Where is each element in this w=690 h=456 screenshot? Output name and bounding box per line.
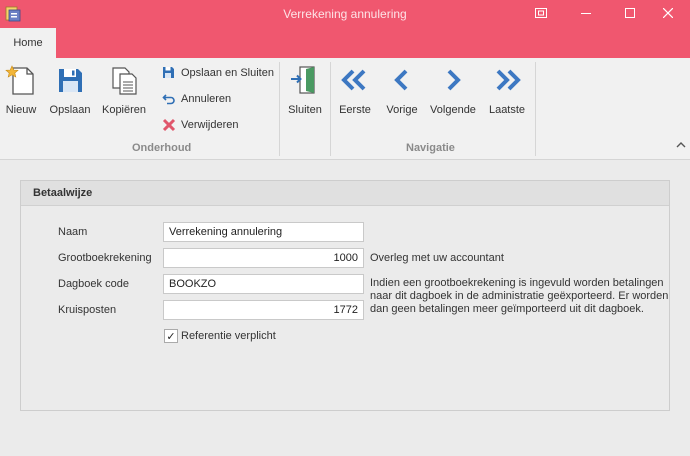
- kruisposten-label: Kruisposten: [58, 304, 117, 316]
- kopieren-label: Kopiëren: [101, 104, 147, 116]
- new-document-icon: [5, 65, 34, 95]
- volgende-label: Volgende: [430, 104, 476, 116]
- last-icon: [496, 69, 521, 91]
- export-note: Indien een grootboekrekening is ingevuld…: [370, 277, 670, 316]
- verwijderen-label: Verwijderen: [181, 119, 239, 131]
- minimize-icon: [581, 13, 591, 14]
- naam-input[interactable]: Verrekening annulering: [163, 222, 364, 242]
- dagboek-label: Dagboek code: [58, 278, 129, 290]
- grootboek-hint: Overleg met uw accountant: [370, 252, 504, 264]
- previous-icon: [394, 69, 408, 91]
- minimize-button[interactable]: [564, 2, 608, 24]
- close-icon: [663, 8, 673, 18]
- tab-home[interactable]: Home: [0, 28, 56, 58]
- group-separator: [279, 62, 280, 156]
- nieuw-label: Nieuw: [5, 104, 37, 116]
- first-icon: [341, 69, 366, 91]
- exit-door-icon: [291, 66, 315, 94]
- vorige-label: Vorige: [386, 104, 418, 116]
- check-mark-icon: ✓: [166, 330, 176, 343]
- verwijderen-button[interactable]: Verwijderen: [162, 115, 238, 135]
- sluiten-button[interactable]: Sluiten: [285, 64, 325, 126]
- nieuw-button[interactable]: Nieuw: [3, 64, 39, 126]
- grootboek-input[interactable]: 1000: [163, 248, 364, 268]
- group-separator: [535, 62, 536, 156]
- naam-label: Naam: [58, 226, 88, 238]
- copy-icon: [112, 67, 137, 95]
- undo-icon: [162, 94, 175, 105]
- restore-button[interactable]: [519, 2, 563, 24]
- navigatie-group-label: Navigatie: [406, 142, 455, 154]
- referentie-checkbox[interactable]: ✓: [164, 329, 178, 343]
- save-close-icon: [163, 67, 174, 78]
- opslaan-sluiten-button[interactable]: Opslaan en Sluiten: [162, 63, 274, 83]
- opslaan-button[interactable]: Opslaan: [49, 64, 91, 126]
- eerste-label: Eerste: [339, 104, 371, 116]
- vorige-button[interactable]: Vorige: [384, 64, 420, 126]
- dagboek-input[interactable]: BOOKZO: [163, 274, 364, 294]
- close-button[interactable]: [646, 2, 690, 24]
- laatste-button[interactable]: Laatste: [487, 64, 527, 126]
- maximize-icon: [625, 8, 635, 18]
- ribbon: Nieuw Opslaan Kopiëren Opslaan en Sluite…: [0, 58, 690, 160]
- save-icon: [59, 69, 82, 92]
- ribbon-tabstrip: Home: [0, 28, 690, 58]
- kruisposten-input[interactable]: 1772: [163, 300, 364, 320]
- opslaan-label: Opslaan: [49, 104, 91, 116]
- note-line: dan geen betalingen meer geïmporteerd ui…: [370, 303, 644, 315]
- panel-header: Betaalwijze: [21, 181, 669, 206]
- eerste-button[interactable]: Eerste: [337, 64, 373, 126]
- annuleren-button[interactable]: Annuleren: [162, 89, 231, 109]
- panel-title: Betaalwijze: [33, 187, 93, 199]
- collapse-ribbon-icon[interactable]: [676, 140, 686, 150]
- annuleren-label: Annuleren: [181, 93, 232, 105]
- note-line: Indien een grootboekrekening is ingevuld…: [370, 277, 664, 289]
- laatste-label: Laatste: [488, 104, 526, 116]
- delete-icon: [162, 118, 176, 132]
- grootboek-label: Grootboekrekening: [58, 252, 152, 264]
- title-bar: Verrekening annulering: [0, 0, 690, 28]
- group-separator: [330, 62, 331, 156]
- kopieren-button[interactable]: Kopiëren: [102, 64, 146, 126]
- volgende-button[interactable]: Volgende: [430, 64, 476, 126]
- note-line: naar dit dagboek in de administratie geë…: [370, 290, 669, 302]
- sluiten-label: Sluiten: [288, 104, 322, 116]
- referentie-label: Referentie verplicht: [181, 330, 276, 342]
- restore-icon: [535, 8, 547, 18]
- opslaan-sluiten-label: Opslaan en Sluiten: [181, 67, 274, 79]
- onderhoud-group-label: Onderhoud: [132, 142, 192, 154]
- next-icon: [447, 69, 461, 91]
